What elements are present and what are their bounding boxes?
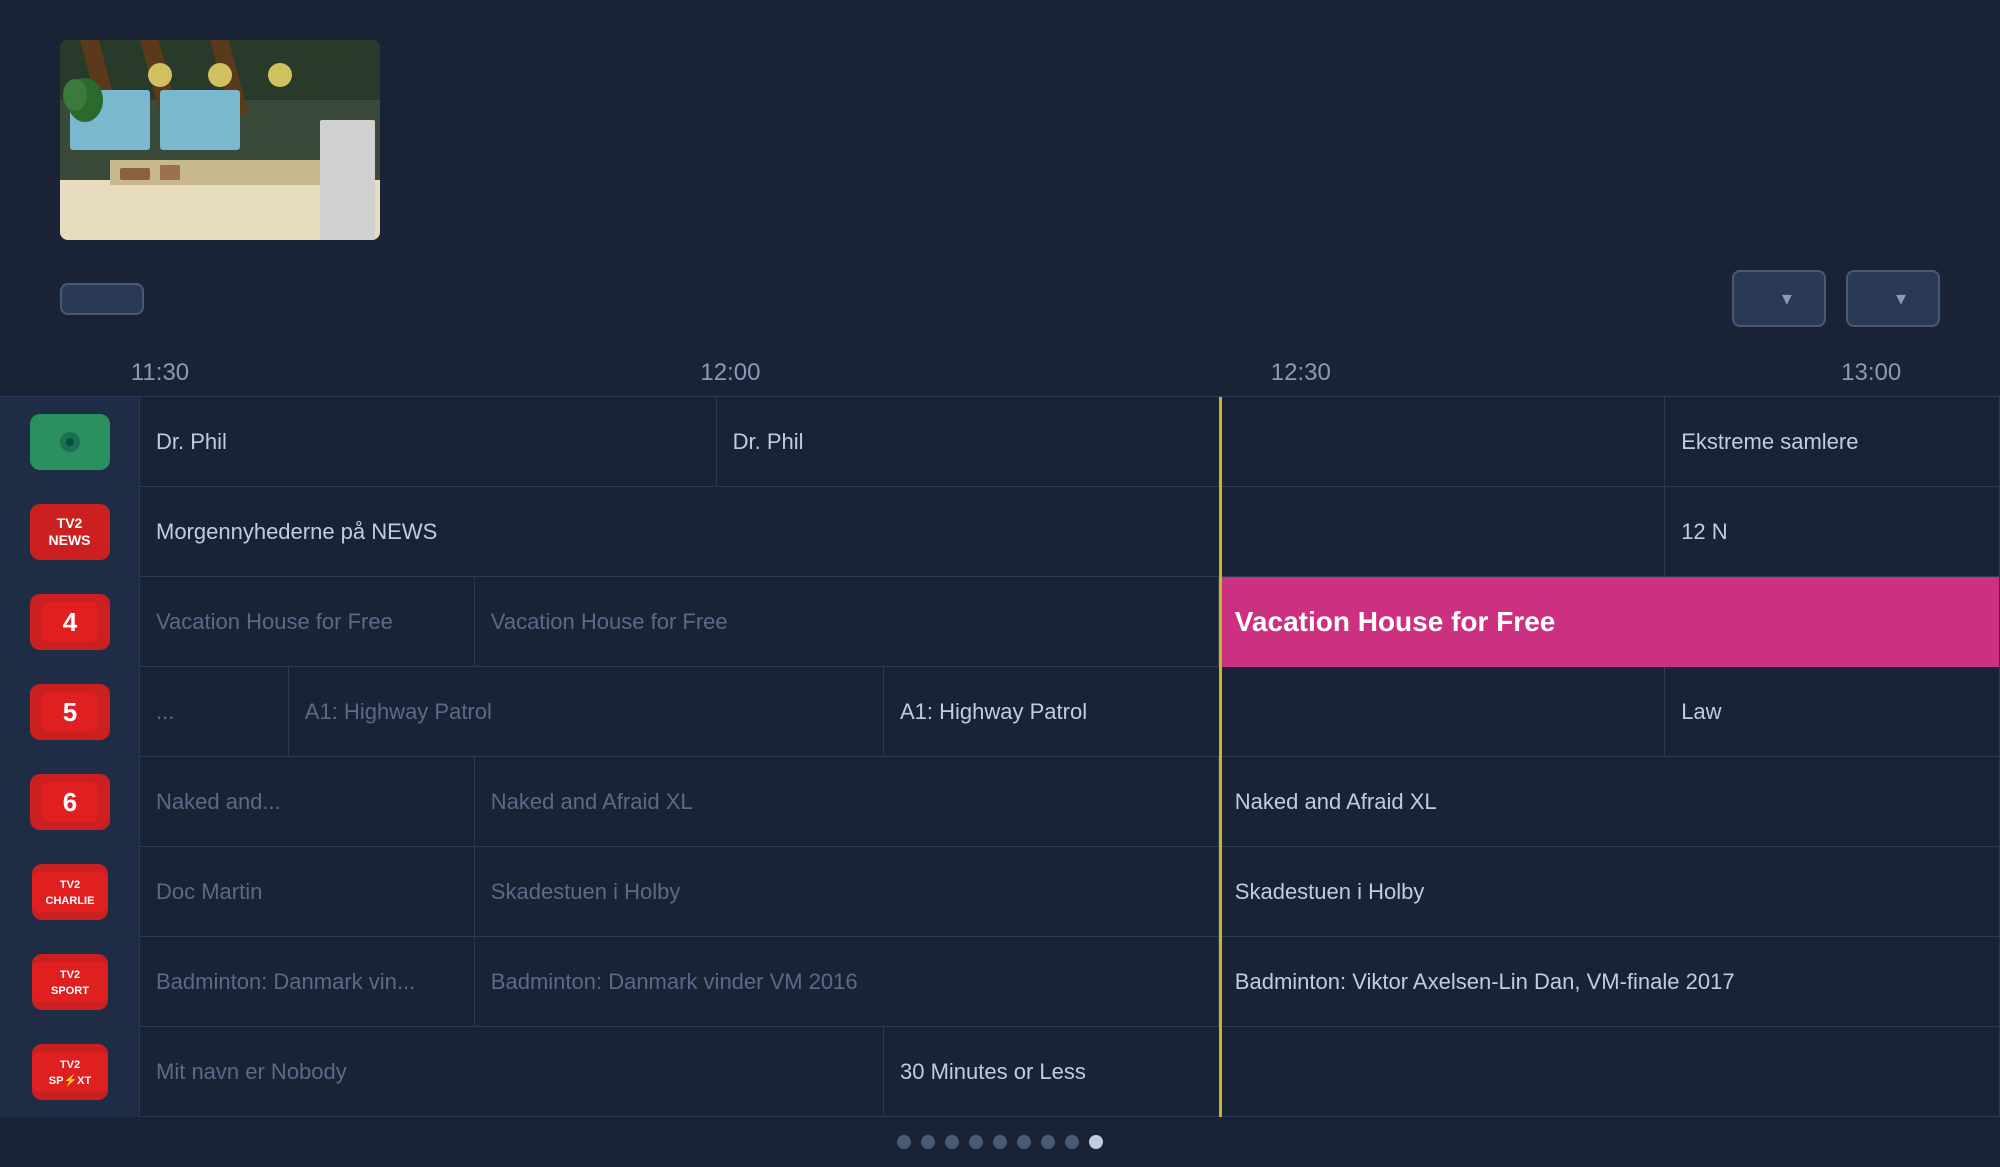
- program-block-4-0[interactable]: Naked and...: [140, 757, 475, 847]
- time-marker: [1219, 1027, 1222, 1117]
- day-button[interactable]: ▾: [1846, 270, 1940, 327]
- pagination-dot-2[interactable]: [945, 1135, 959, 1149]
- program-block-0-1[interactable]: Dr. Phil: [717, 397, 1666, 487]
- time-mark-1200: 12:00: [700, 359, 760, 387]
- logo-box-drphil-ch: [30, 414, 110, 470]
- channel-row-drphil-ch[interactable]: Dr. PhilDr. PhilEkstreme samlere: [0, 397, 2000, 487]
- program-block-3-3[interactable]: Law: [1665, 667, 2000, 757]
- channel-logo-drphil-ch: [0, 397, 140, 487]
- programs-tv2sport-ch: Badminton: Danmark vin...Badminton: Danm…: [140, 937, 2000, 1027]
- program-block-1-0[interactable]: Morgennyhederne på NEWS: [140, 487, 1665, 577]
- program-block-5-0[interactable]: Doc Martin: [140, 847, 475, 937]
- program-block-3-0[interactable]: ...: [140, 667, 289, 757]
- channel-logo-tv2charlie-ch: TV2 CHARLIE: [0, 847, 140, 937]
- programs-tv2spaxt-ch: Mit navn er Nobody30 Minutes or Less: [140, 1027, 2000, 1117]
- program-block-0-2[interactable]: Ekstreme samlere: [1665, 397, 2000, 487]
- pagination-dot-3[interactable]: [969, 1135, 983, 1149]
- channel-logo-tv2sport-ch: TV2 SPORT: [0, 937, 140, 1027]
- top-section: [0, 0, 2000, 270]
- program-thumbnail: [60, 40, 380, 240]
- program-block-1-1[interactable]: 12 N: [1665, 487, 2000, 577]
- channel-logo-k5-ch: 5: [0, 667, 140, 757]
- channel-logo-tv2spaxt-ch: TV2 SP⚡XT: [0, 1027, 140, 1117]
- program-block-4-1[interactable]: Naked and Afraid XL: [475, 757, 1219, 847]
- program-block-5-1[interactable]: Skadestuen i Holby: [475, 847, 1219, 937]
- program-block-3-1[interactable]: A1: Highway Patrol: [289, 667, 884, 757]
- program-block-2-2[interactable]: Vacation House for Free: [1219, 577, 2000, 667]
- program-block-2-0[interactable]: Vacation House for Free: [140, 577, 475, 667]
- svg-text:TV2: TV2: [59, 879, 79, 891]
- channel-logo-tv2news-ch: TV2 NEWS: [0, 487, 140, 577]
- pagination-dot-5[interactable]: [1017, 1135, 1031, 1149]
- svg-text:SPORT: SPORT: [51, 985, 89, 997]
- time-marker: [1219, 397, 1222, 487]
- channel-grid: Dr. PhilDr. PhilEkstreme samlereTV2 NEWS…: [0, 397, 2000, 1117]
- program-info: [420, 40, 1940, 63]
- time-marker: [1219, 667, 1222, 757]
- program-block-6-0[interactable]: Badminton: Danmark vin...: [140, 937, 475, 1027]
- channel-row-k4-ch[interactable]: 4Vacation House for FreeVacation House f…: [0, 577, 2000, 667]
- logo-box-tv2news-ch: TV2 NEWS: [30, 504, 110, 560]
- time-mark-1130: 11:30: [131, 359, 189, 387]
- logo-box-k6-ch: 6: [30, 774, 110, 830]
- day-chevron-icon: ▾: [1896, 286, 1906, 311]
- time-marker: [1219, 847, 1222, 937]
- programs-tv2news-ch: Morgennyhederne på NEWS12 N: [140, 487, 2000, 577]
- programs-drphil-ch: Dr. PhilDr. PhilEkstreme samlere: [140, 397, 2000, 487]
- channel-row-k5-ch[interactable]: 5...A1: Highway PatrolA1: Highway Patrol…: [0, 667, 2000, 757]
- logo-box-k5-ch: 5: [30, 684, 110, 740]
- time-mark-1300: 13:00: [1841, 359, 1901, 387]
- time-marker: [1219, 937, 1222, 1027]
- svg-text:TV2: TV2: [59, 969, 79, 981]
- logo-box-tv2spaxt-ch: TV2 SP⚡XT: [32, 1044, 108, 1100]
- program-block-2-1[interactable]: Vacation House for Free: [475, 577, 1219, 667]
- pagination-dot-1[interactable]: [921, 1135, 935, 1149]
- channel-logo-k6-ch: 6: [0, 757, 140, 847]
- logo-box-tv2sport-ch: TV2 SPORT: [32, 954, 108, 1010]
- now-button[interactable]: [60, 283, 144, 315]
- pagination-dot-8[interactable]: [1089, 1135, 1103, 1149]
- program-block-6-1[interactable]: Badminton: Danmark vinder VM 2016: [475, 937, 1219, 1027]
- program-block-7-0[interactable]: Mit navn er Nobody: [140, 1027, 884, 1117]
- time-marker: [1219, 577, 1222, 667]
- svg-text:SP⚡XT: SP⚡XT: [48, 1074, 91, 1087]
- programs-k4-ch: Vacation House for FreeVacation House fo…: [140, 577, 2000, 667]
- channel-row-tv2sport-ch[interactable]: TV2SPORTBadminton: Danmark vin...Badmint…: [0, 937, 2000, 1027]
- logo-box-tv2charlie-ch: TV2 CHARLIE: [32, 864, 108, 920]
- time-marker: [1219, 487, 1222, 577]
- program-block-6-2[interactable]: Badminton: Viktor Axelsen-Lin Dan, VM-fi…: [1219, 937, 2000, 1027]
- program-block-0-0[interactable]: Dr. Phil: [140, 397, 717, 487]
- channel-row-tv2spaxt-ch[interactable]: TV2 SP⚡XT Mit navn er Nobody30 Minutes or …: [0, 1027, 2000, 1117]
- channel-logo-k4-ch: 4: [0, 577, 140, 667]
- svg-text:CHARLIE: CHARLIE: [45, 895, 94, 907]
- controls-bar: ▾ ▾: [0, 270, 2000, 327]
- program-block-7-1[interactable]: 30 Minutes or Less: [884, 1027, 2000, 1117]
- svg-text:6: 6: [62, 787, 76, 817]
- time-marker: [1219, 757, 1222, 847]
- channel-row-k6-ch[interactable]: 6Naked and...Naked and Afraid XLNaked an…: [0, 757, 2000, 847]
- programs-k5-ch: ...A1: Highway PatrolA1: Highway PatrolL…: [140, 667, 2000, 757]
- program-block-4-2[interactable]: Naked and Afraid XL: [1219, 757, 2000, 847]
- pagination-dot-7[interactable]: [1065, 1135, 1079, 1149]
- program-block-3-2[interactable]: A1: Highway Patrol: [884, 667, 1665, 757]
- programs-k6-ch: Naked and...Naked and Afraid XLNaked and…: [140, 757, 2000, 847]
- thumbnail-image: [60, 40, 380, 240]
- time-mark-1230: 12:30: [1271, 359, 1331, 387]
- programs-tv2charlie-ch: Doc MartinSkadestuen i HolbySkadestuen i…: [140, 847, 2000, 937]
- time-range-button[interactable]: ▾: [1732, 270, 1826, 327]
- time-range-chevron-icon: ▾: [1782, 286, 1792, 311]
- channel-row-tv2news-ch[interactable]: TV2 NEWS Morgennyhederne på NEWS12 N: [0, 487, 2000, 577]
- program-block-5-2[interactable]: Skadestuen i Holby: [1219, 847, 2000, 937]
- pagination-dot-4[interactable]: [993, 1135, 1007, 1149]
- logo-box-k4-ch: 4: [30, 594, 110, 650]
- time-marks: 11:30 12:00 12:30 13:00: [160, 347, 2000, 396]
- svg-text:4: 4: [62, 607, 77, 637]
- svg-text:5: 5: [62, 697, 76, 727]
- timeline-header: 11:30 12:00 12:30 13:00: [0, 347, 2000, 397]
- channel-row-tv2charlie-ch[interactable]: TV2CHARLIEDoc MartinSkadestuen i HolbySk…: [0, 847, 2000, 937]
- pagination-dot-6[interactable]: [1041, 1135, 1055, 1149]
- pagination-dot-0[interactable]: [897, 1135, 911, 1149]
- svg-text:TV2: TV2: [59, 1059, 79, 1071]
